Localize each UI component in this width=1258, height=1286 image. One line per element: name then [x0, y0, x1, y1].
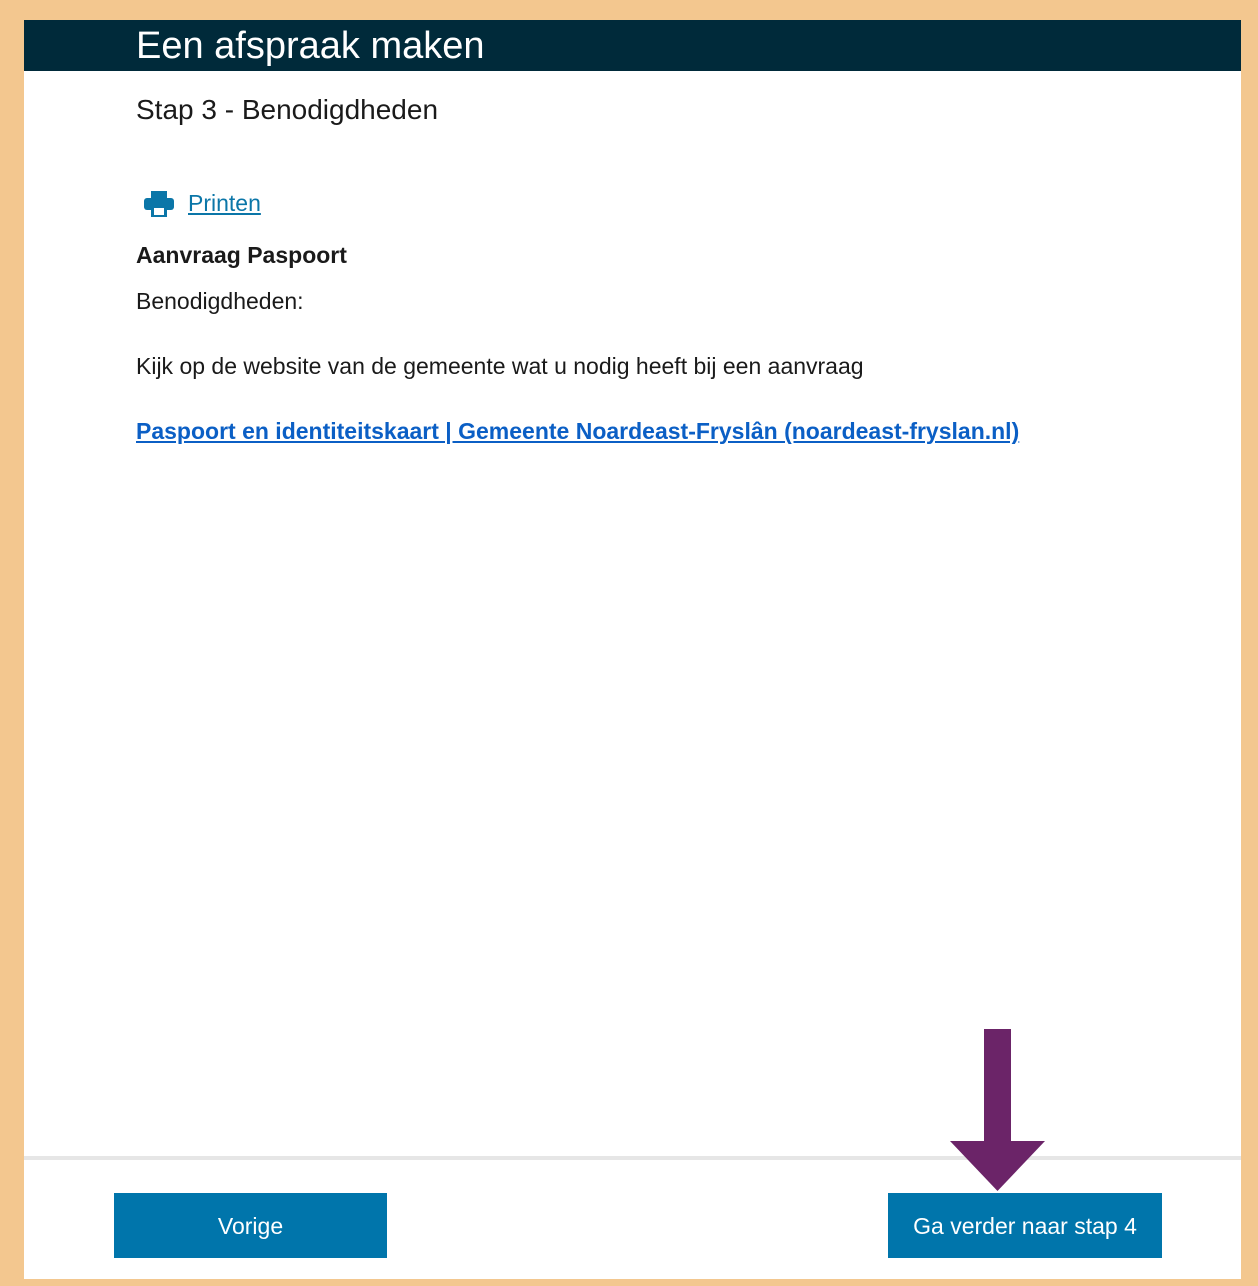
municipality-link[interactable]: Paspoort en identiteitskaart | Gemeente … [136, 418, 1019, 445]
next-step-button[interactable]: Ga verder naar stap 4 [888, 1193, 1162, 1258]
request-title: Aanvraag Paspoort [136, 242, 347, 268]
page-header: Een afspraak maken [24, 20, 1241, 71]
previous-button[interactable]: Vorige [114, 1193, 387, 1258]
step-title: Stap 3 - Benodigdheden [136, 94, 439, 125]
printer-icon[interactable] [144, 190, 174, 217]
requirements-description: Kijk op de website van de gemeente wat u… [136, 353, 864, 379]
print-link[interactable]: Printen [188, 190, 261, 217]
requirements-label: Benodigdheden: [136, 288, 304, 314]
appointment-panel: Een afspraak maken Stap 3 - Benodigdhede… [24, 20, 1241, 1279]
footer-divider [24, 1156, 1241, 1160]
page-title: Een afspraak maken [136, 25, 485, 67]
print-action[interactable]: Printen [144, 190, 261, 217]
down-arrow-icon [950, 1029, 1045, 1191]
